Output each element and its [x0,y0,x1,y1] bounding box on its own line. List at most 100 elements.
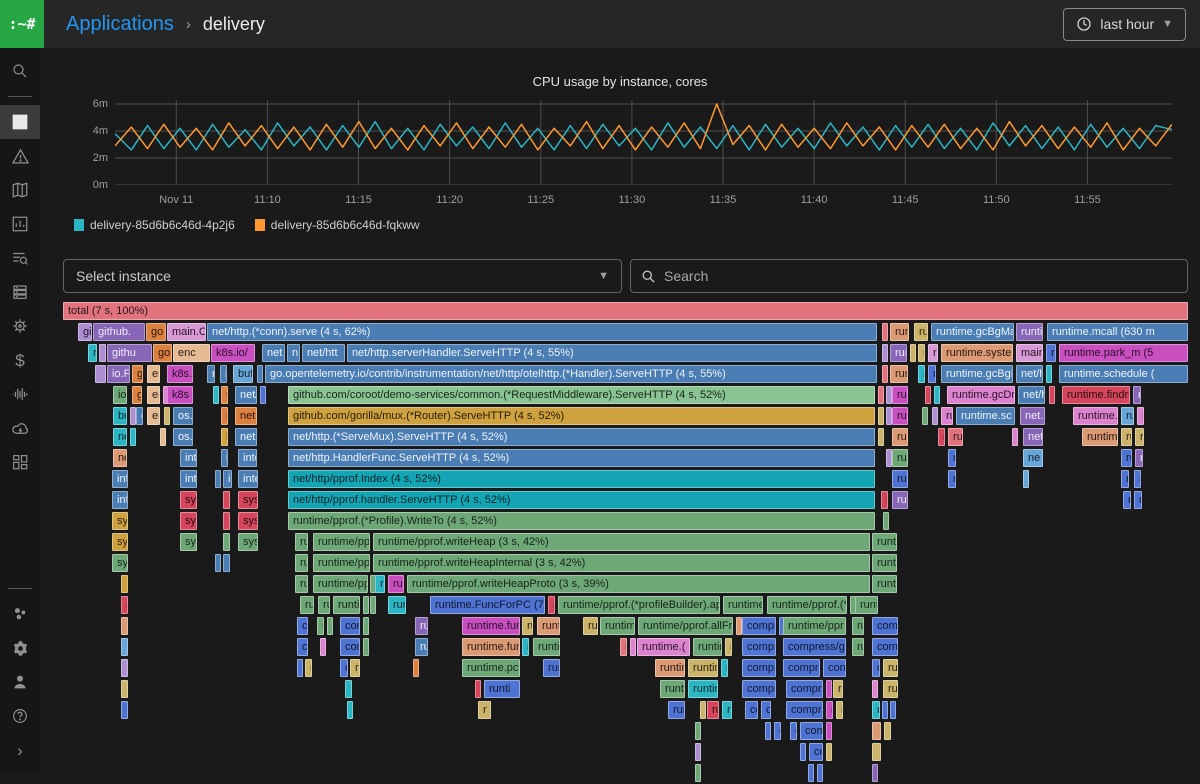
sidebar-item-incidents[interactable] [0,139,40,173]
flame-block[interactable]: ru [1121,428,1132,446]
flame-block[interactable]: runtime.func [462,638,520,656]
flame-block[interactable]: net/h [235,386,257,404]
flame-block[interactable]: net. [235,428,257,446]
flame-block[interactable]: net/ht [1016,365,1043,383]
flame-block[interactable]: ru [883,659,898,677]
flame-block[interactable]: net/ht [1018,386,1045,404]
flame-block[interactable] [320,638,326,656]
flame-block[interactable]: ru [583,617,598,635]
sidebar-collapse[interactable]: › [0,733,40,767]
flame-block[interactable]: com [872,617,898,635]
flame-block[interactable]: ru [1121,407,1134,425]
flame-block[interactable]: os.( [173,428,193,446]
sidebar-item-cloud[interactable] [0,411,40,445]
flame-block[interactable]: sys [180,512,197,530]
flame-block[interactable]: runtime.gcBgM [941,365,1013,383]
flame-block[interactable]: runtime/ppr [783,617,846,635]
flame-block[interactable]: r [620,638,627,656]
flame-block[interactable] [765,722,771,740]
flame-block[interactable]: r [922,407,928,425]
flame-block[interactable]: runti [484,680,520,698]
flame-block[interactable]: runtim [1016,323,1043,341]
flame-block[interactable] [370,596,376,614]
sidebar-item-help[interactable] [0,699,40,733]
flame-block[interactable] [910,344,916,362]
flame-block[interactable]: runti [855,596,878,614]
flame-block[interactable]: r [925,386,931,404]
flame-block[interactable]: inte [112,470,128,488]
flame-block[interactable]: net [113,449,127,467]
flame-block[interactable]: r [213,386,219,404]
flame-block[interactable]: r [164,407,170,425]
flame-block[interactable]: k8s.io/ [211,344,255,362]
flame-block[interactable]: sys [112,512,128,530]
flame-block[interactable]: r [1134,470,1141,488]
flame-block[interactable]: runtim [688,659,718,677]
sidebar-item-anomalies[interactable] [0,377,40,411]
flame-block[interactable]: runt [892,386,908,404]
flame-block[interactable]: net. [1020,407,1045,425]
flame-block[interactable]: main.r [1016,344,1043,362]
flame-block[interactable]: sysc [238,512,258,530]
flame-block[interactable] [882,323,888,341]
flame-block[interactable]: n [928,365,936,383]
flame-block[interactable]: enc [147,407,160,425]
flame-block[interactable]: runtime/pprof [313,554,370,572]
flame-block[interactable]: runtime.schedule ( [1059,365,1188,383]
flame-block[interactable] [223,491,230,509]
flame-block[interactable]: ru [872,680,878,698]
flame-block[interactable] [95,365,106,383]
coroot-logo[interactable]: :~# [0,0,44,48]
flame-block[interactable]: r [721,659,728,677]
flame-block[interactable]: n [221,407,228,425]
flame-block[interactable]: run [415,617,428,635]
flame-block[interactable]: gi [78,323,92,341]
flame-block[interactable]: run [892,449,908,467]
flame-block[interactable]: net/http.HandlerFunc.ServeHTTP (4 s, 52%… [288,449,875,467]
flame-block[interactable]: runti [872,575,897,593]
flame-block[interactable]: runt [388,596,406,614]
flame-block[interactable]: compr [742,659,776,677]
flame-block[interactable]: runti [872,554,897,572]
flame-block[interactable]: int [112,491,128,509]
flame-block[interactable] [800,743,806,761]
flame-block[interactable]: rur [914,323,928,341]
flame-block[interactable]: github. [93,323,145,341]
sidebar-item-nodes[interactable] [0,275,40,309]
sidebar-item-applications[interactable] [0,105,40,139]
flame-block[interactable] [121,680,128,698]
flame-block[interactable]: r [826,743,832,761]
flame-block[interactable] [347,701,353,719]
flame-block[interactable]: n [1134,491,1142,509]
flame-block[interactable] [121,617,128,635]
flame-block[interactable]: n [836,701,843,719]
flame-block[interactable] [700,701,706,719]
flame-block[interactable]: runtime.pcv [462,659,520,677]
flame-block[interactable]: rur [543,659,560,677]
flame-block[interactable] [130,428,136,446]
flame-block[interactable] [1049,386,1055,404]
flame-block[interactable]: r [305,659,312,677]
flame-block[interactable]: runtime.gcDrain [947,386,1015,404]
flame-block[interactable]: runtime/pprof [313,533,370,551]
flame-block[interactable]: net.( [235,407,257,425]
flame-block[interactable]: r [1133,386,1141,404]
flame-block[interactable] [872,743,881,761]
flame-block[interactable]: sys [112,533,128,551]
flame-block[interactable]: ru [872,701,880,719]
flame-block[interactable]: io.F [107,365,130,383]
flame-block[interactable]: main.Consu [167,323,206,341]
flame-block[interactable]: net/http/pprof.Index (4 s, 52%) [288,470,875,488]
instance-select[interactable]: Select instance ▼ [63,259,622,293]
flame-block[interactable]: cc [297,638,308,656]
flame-block[interactable]: n [934,386,940,404]
flame-block[interactable] [695,764,701,782]
flame-block[interactable]: net/http.(*ServeMux).ServeHTTP (4 s, 52%… [288,428,875,446]
flame-block[interactable]: go [153,344,172,362]
flame-block[interactable]: runtime.mcall (630 m [1047,323,1188,341]
flame-block[interactable] [695,722,701,740]
sidebar-item-costs[interactable]: $ [0,343,40,377]
flame-block[interactable]: inte [180,470,197,488]
sidebar-item-service-map[interactable] [0,173,40,207]
flame-block[interactable]: compr [742,680,776,698]
